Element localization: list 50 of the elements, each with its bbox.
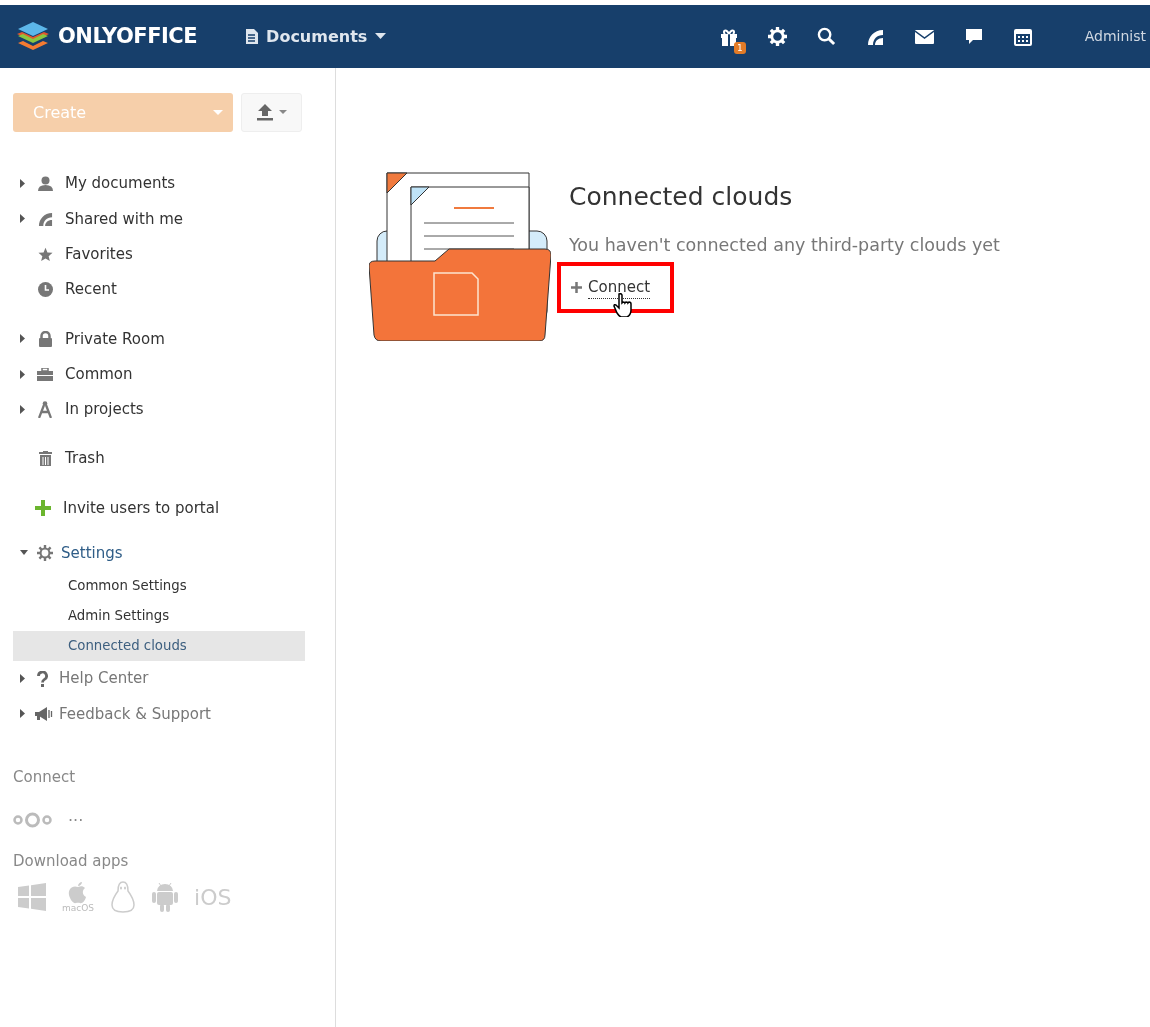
caret-right-icon[interactable] <box>20 179 26 189</box>
section-title: Connect <box>13 766 77 788</box>
logo-icon <box>16 20 50 53</box>
caret-right-icon[interactable] <box>20 709 26 719</box>
caret-icon <box>278 110 287 115</box>
plus-icon <box>33 500 53 516</box>
upload-button[interactable] <box>241 93 302 132</box>
compass-icon <box>35 401 55 418</box>
submenu-item[interactable]: Connected clouds <box>13 630 305 661</box>
nav-item[interactable]: Feedback & Support <box>59 702 211 726</box>
clock-icon <box>35 281 55 298</box>
caret-right-icon[interactable] <box>20 404 26 414</box>
nav-item[interactable]: Private Room <box>65 327 165 351</box>
caret-right-icon[interactable] <box>20 674 26 684</box>
document-icon <box>245 29 259 44</box>
person-icon <box>35 175 55 192</box>
search-icon[interactable] <box>815 25 838 48</box>
nav-item[interactable]: Common <box>65 362 133 386</box>
nav-item[interactable]: My documents <box>65 172 176 195</box>
logo-text: ONLYOFFICE <box>58 22 198 50</box>
nav-item[interactable]: Help Center <box>59 667 149 690</box>
more-link[interactable]: ... <box>68 804 84 829</box>
user-name[interactable]: Administ <box>1084 26 1146 47</box>
submenu-item[interactable]: Common Settings <box>13 570 305 601</box>
caret-icon <box>375 33 387 40</box>
caret-right-icon[interactable] <box>20 334 26 344</box>
module-menu[interactable]: Documents <box>245 24 387 49</box>
settings-icon[interactable] <box>766 25 789 48</box>
gear-icon <box>35 545 55 562</box>
caret-right-icon[interactable] <box>20 369 26 379</box>
question-mark-icon <box>35 670 49 687</box>
page-title: Connected clouds <box>569 181 793 213</box>
nav-item[interactable]: Recent <box>65 278 117 301</box>
hand-cursor-icon <box>613 292 633 317</box>
megaphone-icon <box>35 705 53 722</box>
nav-item[interactable]: In projects <box>65 398 144 421</box>
submenu-item[interactable]: Admin Settings <box>13 600 305 631</box>
upload-icon <box>256 104 273 121</box>
caret-right-icon[interactable] <box>20 214 26 224</box>
briefcase-icon <box>35 366 55 383</box>
plus-icon <box>571 282 582 293</box>
nav-item[interactable]: Settings <box>61 542 123 565</box>
invite-link[interactable]: Invite users to portal <box>63 496 220 520</box>
empty-message: You haven't connected any third-party clouds yet <box>569 233 1000 257</box>
caret-icon <box>213 109 223 116</box>
section-title: Download apps <box>13 851 130 873</box>
nav-item[interactable]: Favorites <box>65 243 133 266</box>
nav-item[interactable]: Shared with me <box>65 207 183 231</box>
caret-down-icon[interactable] <box>20 550 28 557</box>
nav-item[interactable]: Trash <box>65 447 105 470</box>
